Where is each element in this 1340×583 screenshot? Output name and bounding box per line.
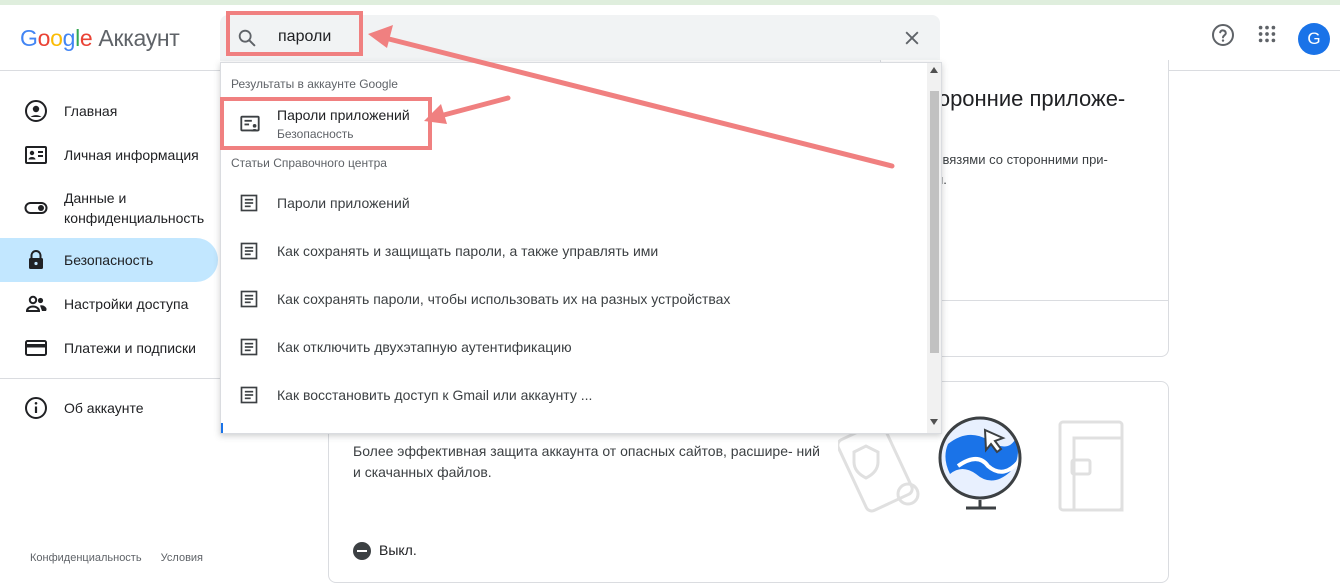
annotation-arrows bbox=[368, 25, 895, 169]
